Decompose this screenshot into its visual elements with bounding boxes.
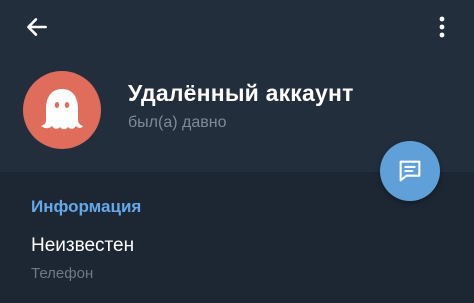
phone-value: Неизвестен	[31, 235, 135, 256]
phone-label: Телефон	[31, 265, 94, 282]
send-message-button[interactable]	[380, 141, 440, 201]
phone-info-item[interactable]: Неизвестен Телефон	[0, 228, 474, 303]
avatar[interactable]	[23, 71, 101, 149]
message-icon	[399, 160, 421, 182]
back-button[interactable]	[20, 10, 54, 44]
info-section-title: Информация	[31, 197, 142, 216]
last-seen-status: был(а) давно	[128, 114, 227, 131]
ghost-icon	[41, 89, 83, 130]
arrow-left-icon	[27, 18, 47, 36]
profile-name: Удалённый аккаунт	[128, 80, 354, 106]
more-vertical-icon	[439, 16, 445, 38]
more-options-button[interactable]	[428, 10, 456, 44]
